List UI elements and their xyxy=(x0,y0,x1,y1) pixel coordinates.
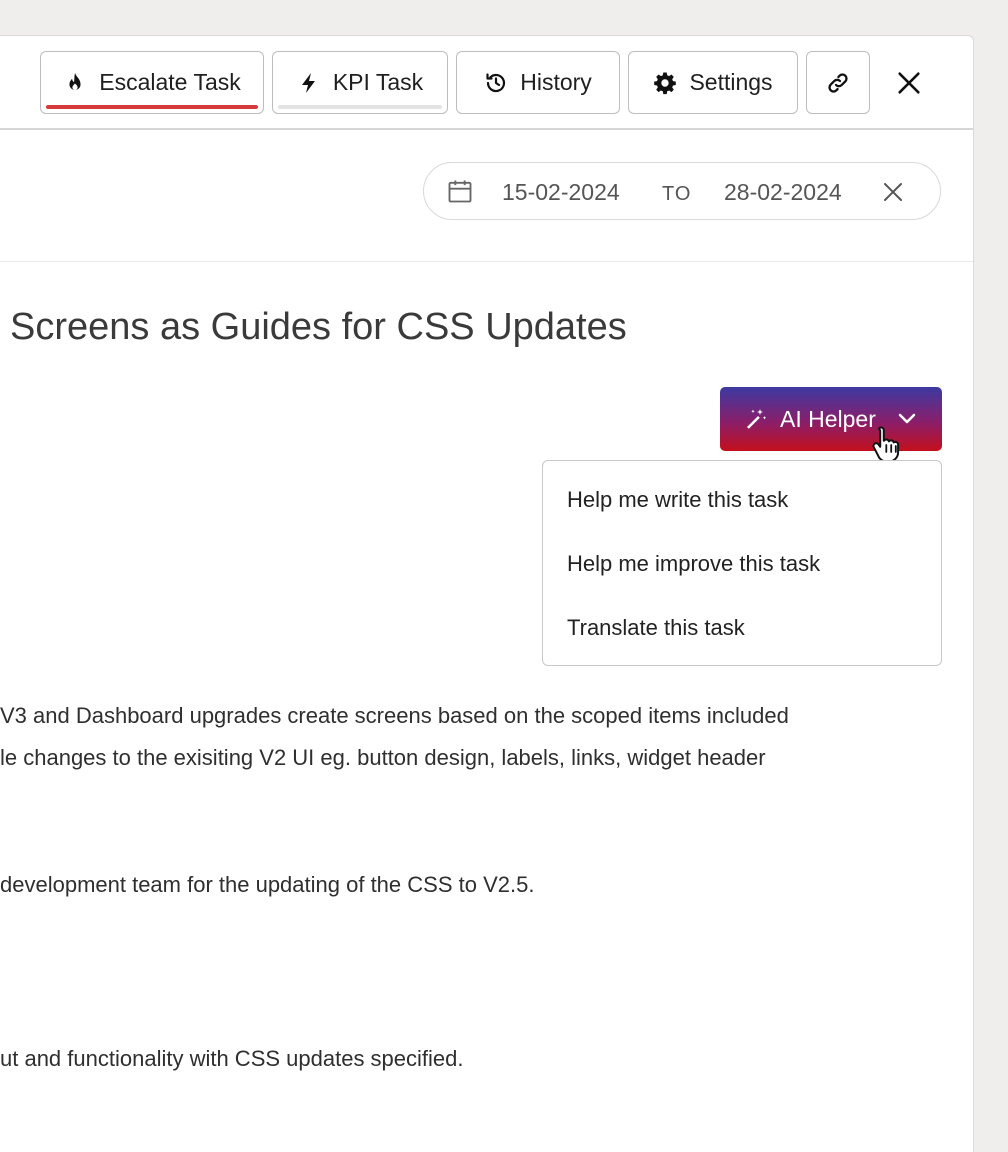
copy-link-button[interactable] xyxy=(806,51,870,114)
date-filter-row: 15-02-2024 TO 28-02-2024 xyxy=(0,132,973,262)
kpi-underline xyxy=(278,105,442,109)
menu-item-improve-task[interactable]: Help me improve this task xyxy=(567,551,820,577)
description-line: le changes to the exisiting V2 UI eg. bu… xyxy=(0,745,766,770)
hand-pointer-icon xyxy=(872,426,900,463)
date-separator: TO xyxy=(662,183,692,205)
settings-button[interactable]: Settings xyxy=(628,51,798,114)
kpi-task-button[interactable]: KPI Task xyxy=(272,51,448,114)
description-line: V3 and Dashboard upgrades create screens… xyxy=(0,703,789,728)
link-icon xyxy=(828,72,848,93)
task-toolbar: Escalate Task KPI Task History Settings xyxy=(0,36,973,130)
task-title: Screens as Guides for CSS Updates xyxy=(10,306,627,348)
close-panel-button[interactable] xyxy=(893,67,925,99)
escalate-task-button[interactable]: Escalate Task xyxy=(40,51,264,114)
task-panel: Escalate Task KPI Task History Settings … xyxy=(0,35,974,1152)
date-to[interactable]: 28-02-2024 xyxy=(724,179,842,206)
flame-icon xyxy=(69,72,81,90)
magic-wand-icon xyxy=(747,409,767,429)
settings-label: Settings xyxy=(689,69,773,95)
menu-item-write-task[interactable]: Help me write this task xyxy=(567,487,788,513)
ai-helper-label: AI Helper xyxy=(780,406,876,432)
ai-helper-button[interactable]: AI Helper xyxy=(720,387,942,451)
calendar-icon xyxy=(448,180,472,203)
ai-helper-menu: Help me write this task Help me improve … xyxy=(542,460,942,666)
escalate-underline xyxy=(46,105,258,109)
date-range-picker[interactable]: 15-02-2024 TO 28-02-2024 xyxy=(423,162,941,220)
history-label: History xyxy=(520,69,592,95)
date-from[interactable]: 15-02-2024 xyxy=(502,179,620,206)
clear-date-icon[interactable] xyxy=(881,180,905,204)
lightning-icon xyxy=(301,72,315,93)
gear-icon xyxy=(654,72,677,94)
description-line: development team for the updating of the… xyxy=(0,872,535,897)
kpi-task-label: KPI Task xyxy=(332,69,424,95)
history-icon xyxy=(486,72,506,92)
history-button[interactable]: History xyxy=(456,51,620,114)
menu-item-translate-task[interactable]: Translate this task xyxy=(567,615,745,641)
description-line: ut and functionality with CSS updates sp… xyxy=(0,1046,464,1071)
close-icon xyxy=(898,72,920,94)
escalate-task-label: Escalate Task xyxy=(99,69,241,95)
